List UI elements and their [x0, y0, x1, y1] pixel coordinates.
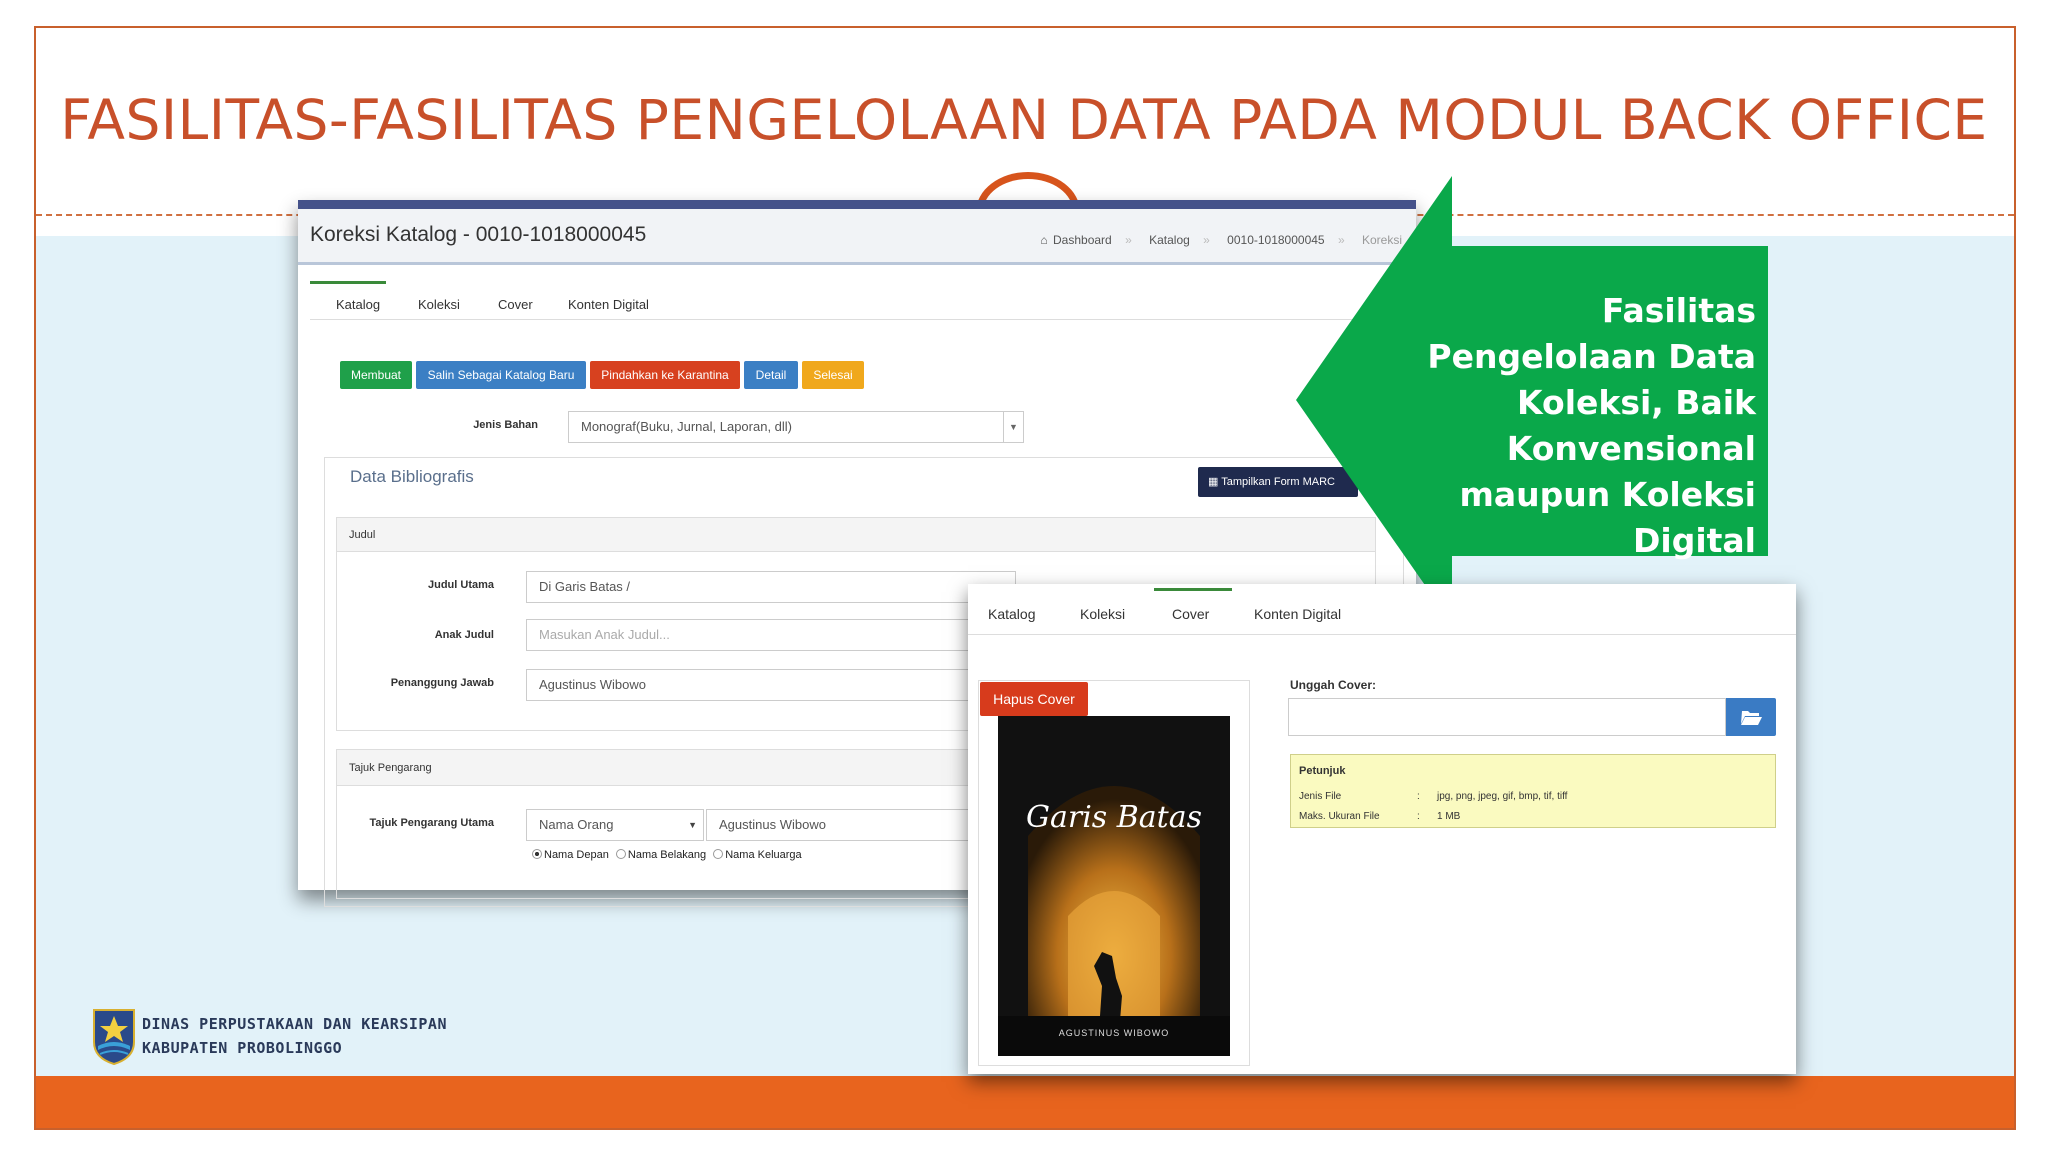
radio-label: Nama Belakang	[627, 849, 707, 861]
petunjuk-sep: :	[1417, 811, 1420, 822]
logo-line: KABUPATEN PROBOLINGGO	[142, 1039, 343, 1057]
catalog-window-header: Koreksi Katalog - 0010-1018000045 ⌂ Dash…	[298, 209, 1416, 265]
jenis-bahan-select[interactable]: Monograf(Buku, Jurnal, Laporan, dll) ▼	[568, 411, 1024, 443]
radio-nama-keluarga[interactable]	[713, 849, 724, 859]
petunjuk-key: Maks. Ukuran File	[1299, 811, 1380, 822]
anak-judul-input[interactable]: Masukan Anak Judul...	[526, 619, 1016, 651]
petunjuk-value: jpg, png, jpeg, gif, bmp, tif, tiff	[1437, 791, 1568, 802]
petunjuk-title: Petunjuk	[1299, 765, 1346, 777]
detail-button[interactable]: Detail	[744, 361, 798, 389]
footer-bar	[36, 1076, 2014, 1128]
tab-katalog[interactable]: Katalog	[336, 297, 380, 312]
radio-label: Nama Keluarga	[725, 849, 802, 861]
tabs-border	[968, 634, 1796, 635]
pengarang-type-select[interactable]: Nama Orang ▼	[526, 809, 704, 841]
slide: FASILITAS-FASILITAS PENGELOLAAN DATA PAD…	[0, 0, 2048, 1152]
judul-panel-head: Judul	[337, 518, 1375, 552]
callout-line: Konvensional	[1506, 429, 1756, 468]
salin-katalog-button[interactable]: Salin Sebagai Katalog Baru	[416, 361, 586, 389]
home-icon[interactable]: ⌂	[1040, 233, 1047, 247]
tab-konten-digital[interactable]: Konten Digital	[568, 297, 649, 312]
petunjuk-row: Jenis File : jpg, png, jpeg, gif, bmp, t…	[1299, 791, 1567, 802]
hapus-cover-button[interactable]: Hapus Cover	[980, 682, 1088, 716]
book-cover-image: Garis Batas AGUSTINUS WIBOWO	[998, 716, 1230, 1056]
callout-line: Koleksi, Baik	[1517, 383, 1756, 422]
book-title: Garis Batas	[1026, 800, 1202, 835]
active-tab-indicator	[310, 281, 386, 284]
book-author: AGUSTINUS WIBOWO	[1058, 1028, 1170, 1038]
breadcrumb-item[interactable]: Dashboard	[1053, 233, 1112, 247]
petunjuk-row: Maks. Ukuran File : 1 MB	[1299, 811, 1460, 822]
unggah-cover-label: Unggah Cover:	[1290, 678, 1377, 692]
logo-line: DINAS PERPUSTAKAAN DAN KEARSIPAN	[142, 1015, 447, 1033]
callout-line: maupun Koleksi	[1459, 475, 1756, 514]
callout-line: Fasilitas	[1601, 291, 1756, 330]
tab-katalog[interactable]: Katalog	[988, 606, 1035, 622]
petunjuk-box: Petunjuk Jenis File : jpg, png, jpeg, gi…	[1290, 754, 1776, 828]
penanggung-jawab-input[interactable]: Agustinus Wibowo	[526, 669, 1016, 701]
callout-line: Digital	[1633, 521, 1756, 560]
tab-cover[interactable]: Cover	[1172, 606, 1209, 622]
pengarang-type-value: Nama Orang	[539, 817, 614, 832]
catalog-window-title: Koreksi Katalog - 0010-1018000045	[310, 223, 647, 246]
grid-icon: ▦	[1208, 476, 1219, 488]
radio-nama-depan[interactable]	[532, 849, 542, 859]
judul-utama-label: Judul Utama	[427, 579, 494, 591]
cover-window: Katalog Koleksi Cover Konten Digital Gar…	[968, 584, 1796, 1074]
radio-label: Nama Depan	[544, 849, 609, 861]
petunjuk-sep: :	[1417, 791, 1420, 802]
judul-utama-input[interactable]: Di Garis Batas /	[526, 571, 1016, 603]
active-tab-indicator	[1154, 588, 1232, 591]
browse-button[interactable]	[1726, 698, 1776, 736]
slide-title: FASILITAS-FASILITAS PENGELOLAAN DATA PAD…	[60, 88, 1988, 152]
selesai-button[interactable]: Selesai	[802, 361, 864, 389]
radio-nama-belakang[interactable]	[615, 849, 626, 859]
radio-group: Nama Depan Nama Belakang Nama Keluarga	[532, 849, 802, 861]
callout-line: Pengelolaan Data	[1427, 337, 1756, 376]
chevron-down-icon: ▼	[688, 820, 697, 830]
jenis-bahan-value: Monograf(Buku, Jurnal, Laporan, dll)	[581, 419, 793, 434]
pindahkan-karantina-button[interactable]: Pindahkan ke Karantina	[590, 361, 740, 389]
petunjuk-key: Jenis File	[1299, 791, 1342, 802]
penanggung-jawab-label: Penanggung Jawab	[390, 677, 494, 689]
tab-koleksi[interactable]: Koleksi	[1080, 606, 1125, 622]
cover-file-input[interactable]	[1288, 698, 1726, 736]
tajuk-pengarang-label: Tajuk Pengarang Utama	[369, 817, 495, 829]
tab-cover[interactable]: Cover	[498, 297, 533, 312]
tabs-border	[310, 319, 1400, 320]
kabupaten-logo-icon	[93, 1009, 135, 1066]
book-cover-art	[998, 716, 1230, 1056]
petunjuk-value: 1 MB	[1437, 811, 1461, 822]
anak-judul-label: Anak Judul	[434, 629, 494, 641]
tab-koleksi[interactable]: Koleksi	[418, 297, 460, 312]
membuat-button[interactable]: Membuat	[340, 361, 412, 389]
tab-konten-digital[interactable]: Konten Digital	[1254, 606, 1341, 622]
breadcrumb-item[interactable]: Katalog	[1149, 233, 1190, 247]
jenis-bahan-label: Jenis Bahan	[473, 419, 538, 431]
folder-open-icon	[1741, 711, 1762, 725]
callout-text: Fasilitas Pengelolaan Data Koleksi, Baik…	[1400, 288, 1756, 564]
logo-text: DINAS PERPUSTAKAAN DAN KEARSIPAN KABUPAT…	[142, 1012, 447, 1060]
section-title: Data Bibliografis	[350, 467, 474, 486]
chevron-down-icon: ▼	[1003, 412, 1023, 442]
